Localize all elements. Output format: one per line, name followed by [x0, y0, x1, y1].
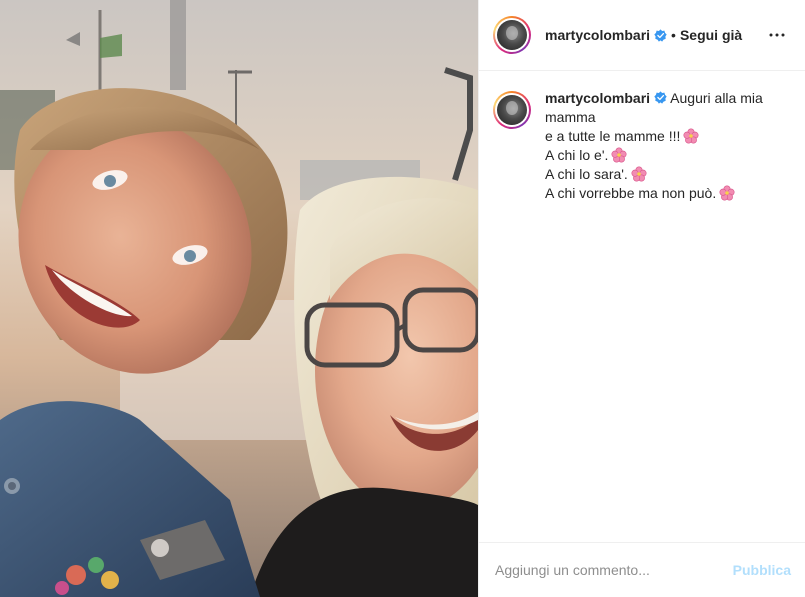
publish-button[interactable]: Pubblica	[727, 562, 797, 578]
selfie-photo-illustration	[0, 0, 478, 597]
instagram-post: martycolombari • Segui già martycolombar…	[0, 0, 805, 597]
caption-line-4: A chi lo e'.	[545, 147, 609, 163]
caption-line-5: A chi lo sara'.	[545, 166, 628, 182]
post-header: martycolombari • Segui già	[479, 0, 805, 71]
verified-badge-icon	[654, 91, 667, 104]
post-side-panel: martycolombari • Segui già martycolombar…	[478, 0, 805, 597]
caption-author-avatar[interactable]	[493, 91, 531, 129]
caption-line-6: A chi vorrebbe ma non può.	[545, 185, 717, 201]
author-username[interactable]: martycolombari	[545, 27, 650, 43]
comments-area: martycolombari Auguri alla mia mamma e a…	[479, 71, 805, 542]
more-options-button[interactable]	[765, 23, 789, 47]
hibiscus-icon	[631, 166, 647, 182]
avatar-image	[497, 20, 527, 50]
caption-line-3: e a tutte le mamme !!!	[545, 128, 681, 144]
caption-line-1: Auguri alla mia	[670, 90, 763, 106]
comment-input[interactable]	[495, 562, 727, 578]
caption-line-2: mamma	[545, 109, 596, 125]
caption: martycolombari Auguri alla mia mamma e a…	[493, 89, 789, 203]
follow-separator: •	[671, 27, 676, 43]
hibiscus-icon	[683, 128, 699, 144]
hibiscus-icon	[611, 147, 627, 163]
author-avatar[interactable]	[493, 16, 531, 54]
follow-status-button[interactable]: Segui già	[680, 27, 742, 43]
verified-badge-icon	[654, 28, 667, 42]
caption-text: martycolombari Auguri alla mia mamma e a…	[545, 89, 763, 203]
post-photo[interactable]	[0, 0, 478, 597]
more-horizontal-icon	[769, 33, 785, 37]
add-comment-bar: Pubblica	[479, 542, 805, 597]
caption-username[interactable]: martycolombari	[545, 90, 650, 106]
hibiscus-icon	[719, 185, 735, 201]
avatar-image	[497, 95, 527, 125]
